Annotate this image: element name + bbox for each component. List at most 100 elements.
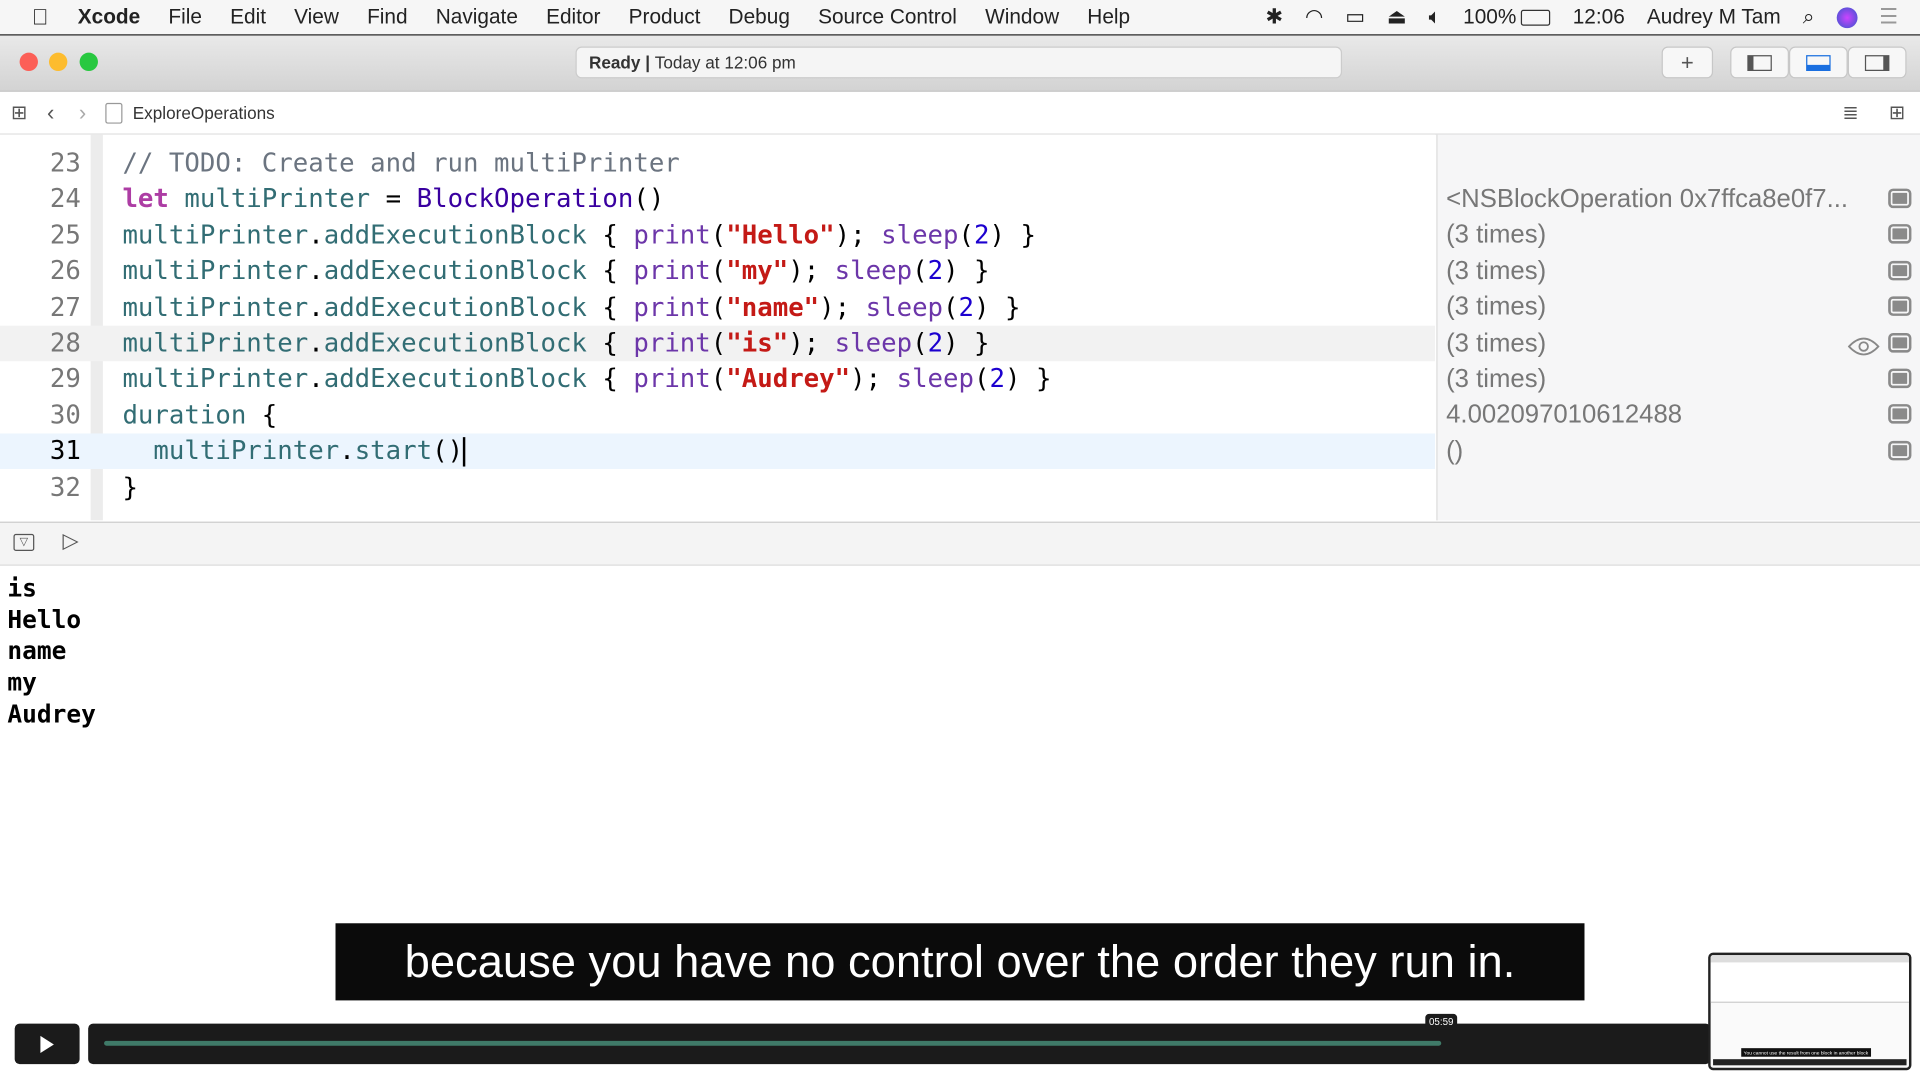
show-result-toggle-icon[interactable]	[1888, 440, 1912, 461]
code-token: print	[633, 364, 711, 394]
result-value: (3 times)	[1446, 256, 1547, 286]
add-editor-icon[interactable]: ⊞	[1889, 100, 1905, 124]
code-token: multiPrinter	[122, 292, 309, 322]
siri-icon[interactable]	[1836, 6, 1858, 28]
show-result-toggle-icon[interactable]	[1888, 260, 1912, 281]
code-line[interactable]: 29 multiPrinter.addExecutionBlock { print…	[0, 362, 1435, 398]
line-number: 26	[49, 256, 81, 286]
result-value: 4.002097010612488	[1446, 400, 1683, 430]
hide-debug-area-icon[interactable]: ▽	[13, 533, 35, 552]
video-subtitle: because you have no control over the ord…	[335, 923, 1585, 1001]
code-token: print	[633, 256, 711, 286]
show-result-toggle-icon[interactable]	[1888, 368, 1912, 389]
code-token: duration	[122, 400, 247, 430]
menu-help[interactable]: Help	[1087, 5, 1130, 29]
menu-view[interactable]: View	[294, 5, 339, 29]
progress-fill	[104, 1040, 1442, 1046]
code-token: multiPrinter	[122, 256, 309, 286]
minimize-window-button[interactable]	[48, 52, 68, 72]
line-number: 29	[49, 364, 81, 394]
code-token: 2	[974, 220, 990, 250]
eject-icon[interactable]: ⏏	[1387, 5, 1407, 29]
code-token: {	[246, 400, 278, 430]
spotlight-icon[interactable]: ⌕	[1803, 5, 1815, 29]
code-line[interactable]: 27 multiPrinter.addExecutionBlock { print…	[0, 290, 1435, 326]
menu-debug[interactable]: Debug	[729, 5, 790, 29]
source-editor[interactable]: 23 // TODO: Create and run multiPrinter 24…	[0, 134, 1436, 521]
toggle-debug-area-button[interactable]	[1788, 46, 1848, 79]
code-line[interactable]: 31 multiPrinter.start()	[0, 433, 1436, 470]
code-token: 2	[927, 256, 944, 286]
result-value: ()	[1446, 436, 1464, 466]
menu-find[interactable]: Find	[367, 5, 408, 29]
close-window-button[interactable]	[19, 52, 38, 72]
toggle-inspector-button[interactable]	[1847, 46, 1907, 79]
code-line[interactable]: 23 // TODO: Create and run multiPrinter	[0, 146, 1435, 182]
result-value: (3 times)	[1446, 328, 1547, 358]
play-icon	[40, 1035, 54, 1053]
menu-editor[interactable]: Editor	[546, 5, 600, 29]
result-row: <NSBlockOperation 0x7ffca8e0f7...	[1446, 181, 1912, 217]
console-line: my	[7, 667, 37, 697]
code-token: (	[710, 328, 727, 358]
menu-navigate[interactable]: Navigate	[436, 5, 518, 29]
line-number: 25	[49, 220, 81, 250]
forward-button[interactable]: ›	[79, 100, 86, 126]
activity-viewer: Ready | Today at 12:06 pm	[575, 46, 1343, 79]
run-playground-icon[interactable]: ▷	[62, 529, 78, 553]
code-token: {	[586, 256, 634, 286]
notification-center-icon[interactable]: ☰	[1879, 5, 1898, 29]
code-line[interactable]: 24 let multiPrinter = BlockOperation()	[0, 182, 1435, 218]
menu-file[interactable]: File	[168, 5, 202, 29]
code-token: (	[710, 292, 727, 322]
code-token: ) }	[989, 220, 1036, 250]
clock[interactable]: 12:06	[1573, 5, 1625, 29]
volume-icon[interactable]: 🔈︎	[1429, 5, 1441, 29]
code-token: ) }	[974, 292, 1021, 322]
show-result-toggle-icon[interactable]	[1888, 332, 1912, 353]
zoom-window-button[interactable]	[79, 52, 98, 72]
video-scrubber[interactable]: 05:59	[88, 1013, 1711, 1065]
code-token: {	[586, 328, 634, 358]
code-token: 2	[989, 364, 1006, 394]
show-result-toggle-icon[interactable]	[1888, 188, 1912, 209]
code-token: (	[958, 220, 975, 250]
menu-edit[interactable]: Edit	[230, 5, 266, 29]
library-button[interactable]: +	[1661, 46, 1714, 79]
breadcrumb-file[interactable]: ExploreOperations	[133, 103, 275, 123]
battery-percent[interactable]: 100%	[1463, 5, 1516, 29]
line-number: 24	[49, 184, 81, 214]
related-items-icon[interactable]: ⊞	[11, 100, 27, 124]
console-line: Hello	[7, 604, 82, 634]
menu-product[interactable]: Product	[629, 5, 701, 29]
adjust-editor-options-icon[interactable]: ≣	[1842, 100, 1858, 124]
apple-menu-icon[interactable]: 	[32, 4, 49, 30]
wifi-icon[interactable]: ◠	[1305, 5, 1323, 29]
show-result-toggle-icon[interactable]	[1888, 224, 1912, 245]
code-token: multiPrinter	[122, 220, 309, 250]
battery-icon[interactable]	[1521, 9, 1551, 26]
show-result-toggle-icon[interactable]	[1888, 404, 1912, 425]
code-line[interactable]: 28 multiPrinter.addExecutionBlock { print…	[0, 325, 1436, 362]
back-button[interactable]: ‹	[47, 100, 54, 126]
show-result-toggle-icon[interactable]	[1888, 296, 1912, 317]
debug-bar: ▽ ▷	[0, 521, 1920, 566]
user-name[interactable]: Audrey M Tam	[1647, 5, 1781, 29]
menu-source-control[interactable]: Source Control	[818, 5, 957, 29]
airplay-icon[interactable]: ▭	[1345, 5, 1365, 29]
code-line[interactable]: 25 multiPrinter.addExecutionBlock { print…	[0, 218, 1435, 254]
code-line[interactable]: 30 duration {	[0, 398, 1435, 434]
play-button[interactable]	[14, 1023, 80, 1065]
line-number: 31	[49, 436, 81, 466]
code-line[interactable]: 26 multiPrinter.addExecutionBlock { print…	[0, 254, 1435, 290]
menu-xcode[interactable]: Xcode	[78, 5, 140, 29]
code-line[interactable]: 32}	[0, 470, 1435, 506]
console-line: Audrey	[7, 698, 96, 729]
code-token: addExecutionBlock	[323, 256, 587, 286]
code-text: // TODO: Create and run multiPrinter	[122, 146, 679, 182]
code-text: let multiPrinter = BlockOperation()	[122, 182, 664, 218]
bluetooth-icon[interactable]: ✱	[1265, 5, 1282, 29]
menu-window[interactable]: Window	[985, 5, 1059, 29]
toggle-navigator-button[interactable]	[1730, 46, 1789, 79]
code-token: let	[122, 184, 185, 214]
